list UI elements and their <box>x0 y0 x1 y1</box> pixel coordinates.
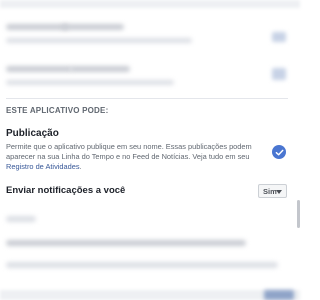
publication-description: Permite que o aplicativo publique em seu… <box>6 142 268 172</box>
permissions-header: ESTE APLICATIVO PODE: <box>6 106 109 115</box>
notifications-select[interactable]: Sim <box>258 184 287 198</box>
publication-title: Publicação <box>6 128 59 139</box>
blurred-text <box>6 38 192 43</box>
blurred-control[interactable] <box>272 32 286 42</box>
activity-log-link[interactable]: Registro de Atividades <box>6 162 80 171</box>
scrollbar[interactable] <box>297 200 300 228</box>
blurred-control[interactable] <box>272 68 286 80</box>
blurred-strip <box>0 0 300 8</box>
blurred-text <box>70 66 130 72</box>
notifications-label: Enviar notificações a você <box>6 185 126 196</box>
blurred-text <box>6 262 278 268</box>
blurred-strip <box>0 290 300 300</box>
blurred-text <box>6 216 36 222</box>
publication-description-text: Permite que o aplicativo publique em seu… <box>6 142 252 161</box>
caret-down-icon <box>276 190 282 194</box>
blurred-text <box>6 66 72 72</box>
blurred-button[interactable] <box>264 290 294 300</box>
notifications-select-value: Sim <box>263 186 277 196</box>
divider <box>6 98 288 99</box>
blurred-text <box>6 240 246 246</box>
blurred-text <box>6 24 68 30</box>
check-circle-icon[interactable] <box>272 145 286 159</box>
blurred-text <box>6 80 174 85</box>
publication-description-end: . <box>79 162 82 171</box>
blurred-text <box>62 24 124 30</box>
